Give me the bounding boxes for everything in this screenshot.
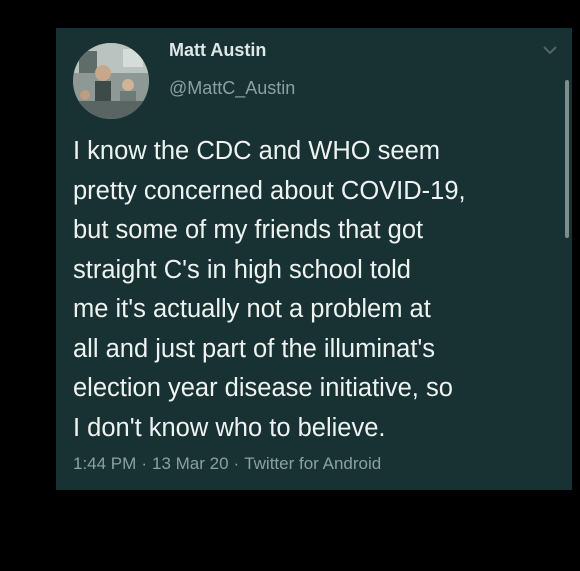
tweet-time[interactable]: 1:44 PM — [73, 454, 136, 473]
avatar[interactable] — [73, 43, 149, 119]
tweet-date[interactable]: 13 Mar 20 — [152, 454, 229, 473]
scrollbar[interactable] — [565, 80, 569, 238]
tweet-source[interactable]: Twitter for Android — [244, 454, 381, 473]
tweet-text-line: me it's actually not a problem at — [73, 295, 431, 323]
avatar-image — [73, 43, 149, 119]
tweet-text-line: straight C's in high school told — [73, 255, 411, 284]
tweet-meta: 1:44 PM · 13 Mar 20 · Twitter for Android — [73, 454, 381, 474]
meta-separator: · — [141, 454, 147, 473]
tweet-text: I know the CDC and WHO seem pretty conce… — [73, 132, 558, 448]
screenshot-page: Matt Austin @MattC_Austin I know the CDC… — [0, 0, 580, 571]
tweet-text-line: election year disease initiative, so — [73, 374, 453, 402]
author-handle[interactable]: @MattC_Austin — [169, 78, 295, 99]
tweet-text-line: all and just part of the illuminat's — [73, 334, 436, 363]
tweet-text-line: I know the CDC and WHO seem — [73, 137, 441, 165]
tweet-text-line: but some of my friends that got — [73, 216, 424, 244]
tweet-card[interactable]: Matt Austin @MattC_Austin I know the CDC… — [56, 28, 572, 490]
meta-separator: · — [233, 454, 240, 473]
author-display-name[interactable]: Matt Austin — [169, 40, 266, 61]
chevron-down-icon[interactable] — [542, 44, 558, 56]
tweet-text-line: pretty concerned about COVID-19, — [73, 176, 466, 205]
tweet-text-line: I don't know who to believe. — [73, 413, 386, 442]
